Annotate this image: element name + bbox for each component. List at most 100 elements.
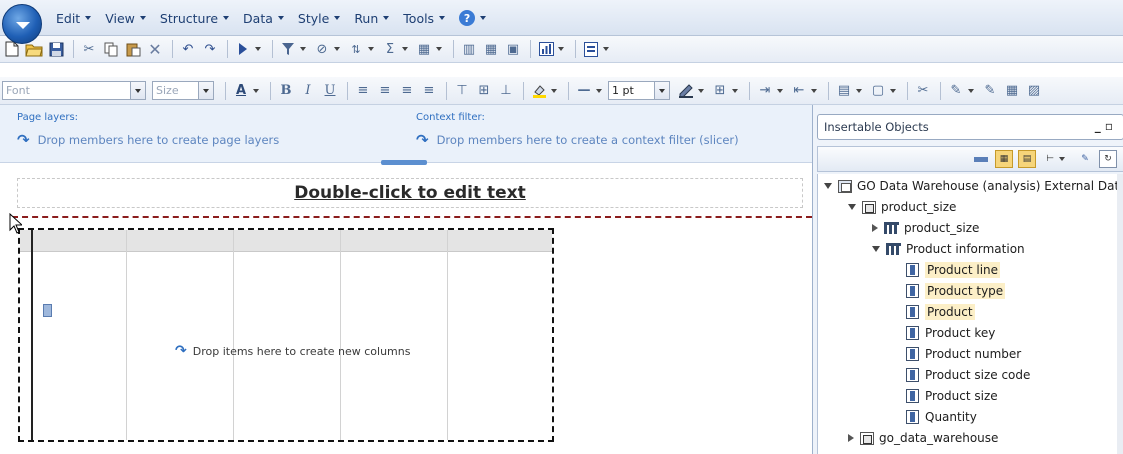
chevron-down-icon[interactable]: [968, 88, 974, 93]
chevron-down-icon[interactable]: [732, 88, 738, 93]
menu-style[interactable]: Style: [298, 11, 341, 26]
menu-data[interactable]: Data: [243, 11, 284, 26]
indent-icon[interactable]: ⇥: [755, 81, 775, 101]
justify-icon[interactable]: ≡: [419, 81, 439, 101]
tree-item-data-item[interactable]: Product number: [906, 344, 1021, 364]
grid-icon[interactable]: ▦: [481, 39, 501, 59]
menu-help[interactable]: ?: [459, 10, 487, 26]
collapse-icon[interactable]: [972, 150, 990, 168]
summarize-icon[interactable]: Σ: [380, 39, 400, 59]
valign-top-icon[interactable]: ⊤: [452, 81, 472, 101]
save-icon[interactable]: [46, 39, 66, 59]
chevron-down-icon[interactable]: [334, 47, 340, 51]
chevron-down-icon[interactable]: [402, 47, 408, 51]
align-right-icon[interactable]: ≡: [397, 81, 417, 101]
tree-item-namespace[interactable]: product_size: [848, 197, 956, 217]
edit-member-icon[interactable]: ✎: [1076, 150, 1094, 168]
background-color-icon[interactable]: [529, 81, 549, 101]
cut-icon[interactable]: ✂: [79, 39, 99, 59]
layout-icon[interactable]: ▥: [459, 39, 479, 59]
outdent-icon[interactable]: ⇤: [789, 81, 809, 101]
properties-icon[interactable]: ▦: [1002, 81, 1022, 101]
columns-drop-zone[interactable]: ↷ Drop items here to create new columns: [175, 343, 410, 359]
suppress-icon[interactable]: ⊘: [312, 39, 332, 59]
font-family-select[interactable]: Font: [2, 81, 146, 100]
menu-edit[interactable]: Edit: [56, 11, 92, 26]
align-center-icon[interactable]: ≡: [375, 81, 395, 101]
expand-toggle-icon[interactable]: [872, 246, 880, 252]
tree-item-namespace[interactable]: go_data_warehouse: [848, 428, 998, 448]
underline-icon[interactable]: U: [320, 81, 340, 101]
collapse-toggle-icon[interactable]: [872, 224, 878, 232]
bar-chart-icon[interactable]: [536, 39, 556, 59]
paste-icon[interactable]: [123, 39, 143, 59]
chevron-down-icon[interactable]: [255, 47, 261, 51]
menu-view[interactable]: View: [105, 11, 146, 26]
text-object-icon[interactable]: [581, 39, 601, 59]
bold-icon[interactable]: B: [276, 81, 296, 101]
chevron-down-icon[interactable]: [253, 88, 259, 93]
tree-item-data-item[interactable]: Product size: [906, 386, 998, 406]
chevron-down-icon[interactable]: [551, 88, 557, 93]
chevron-down-icon[interactable]: [698, 88, 704, 93]
tree-item-data-item[interactable]: Product size code: [906, 365, 1030, 385]
delete-icon[interactable]: ✕: [145, 39, 165, 59]
border-color-icon[interactable]: [676, 81, 696, 101]
font-size-select[interactable]: Size: [152, 81, 214, 100]
context-filter-drop-zone[interactable]: ↷ Drop members here to create a context …: [416, 131, 739, 149]
menu-tools[interactable]: Tools: [403, 11, 446, 26]
chevron-down-icon[interactable]: [890, 88, 896, 93]
chevron-down-icon[interactable]: [1059, 157, 1065, 161]
chevron-down-icon[interactable]: [811, 88, 817, 93]
chevron-down-icon[interactable]: [436, 47, 442, 51]
collapse-toggle-icon[interactable]: [848, 434, 854, 442]
report-title-block[interactable]: Double-click to edit text: [17, 178, 803, 208]
tree-item-query-subject[interactable]: Product information: [872, 239, 1025, 259]
break-icon[interactable]: ✂: [913, 81, 933, 101]
copy-icon[interactable]: [101, 39, 121, 59]
align-left-icon[interactable]: ≡: [353, 81, 373, 101]
insert-chart-icon[interactable]: ▦: [414, 39, 434, 59]
class-icon[interactable]: ✎: [980, 81, 1000, 101]
chevron-down-icon[interactable]: [300, 47, 306, 51]
chevron-down-icon[interactable]: [596, 88, 602, 93]
tree-item-data-item[interactable]: Product: [906, 302, 975, 322]
refresh-icon[interactable]: ↻: [1099, 150, 1117, 168]
expand-toggle-icon[interactable]: [848, 204, 856, 210]
page-layers-drop-zone[interactable]: ↷ Drop members here to create page layer…: [17, 131, 279, 149]
sort-icon[interactable]: ⇅: [346, 39, 366, 59]
expand-toggle-icon[interactable]: [824, 183, 832, 189]
crosstab-object[interactable]: ↷ Drop items here to create new columns: [18, 228, 554, 442]
chevron-down-icon[interactable]: [856, 88, 862, 93]
valign-middle-icon[interactable]: ⊞: [474, 81, 494, 101]
conditional-style-icon[interactable]: ✎: [946, 81, 966, 101]
tree-item-data-item[interactable]: Quantity: [906, 407, 977, 427]
toolbox-tab-icon[interactable]: ⊢: [1041, 150, 1059, 168]
valign-bottom-icon[interactable]: ⊥: [496, 81, 516, 101]
tree-scrollbar[interactable]: [1117, 174, 1123, 454]
tree-item-data-item[interactable]: Product line: [906, 260, 1001, 280]
chevron-down-icon[interactable]: [603, 47, 609, 51]
undo-icon[interactable]: ↶: [178, 39, 198, 59]
source-tab-icon[interactable]: ▦: [995, 150, 1013, 168]
menu-run[interactable]: Run: [354, 11, 390, 26]
filter-icon[interactable]: [278, 39, 298, 59]
data-items-tab-icon[interactable]: ▤: [1018, 150, 1036, 168]
menu-structure[interactable]: Structure: [160, 11, 230, 26]
chevron-down-icon[interactable]: [368, 47, 374, 51]
italic-icon[interactable]: I: [298, 81, 318, 101]
tree-item-data-item[interactable]: Product key: [906, 323, 995, 343]
data-format-icon[interactable]: ▤: [834, 81, 854, 101]
panel-minimize-icon[interactable]: _ ▫: [1095, 119, 1113, 133]
border-line-icon[interactable]: —: [574, 81, 594, 101]
tree-item-query-subject[interactable]: product_size: [872, 218, 979, 238]
run-icon[interactable]: [233, 39, 253, 59]
font-color-icon[interactable]: A: [231, 81, 251, 101]
tree-item-package[interactable]: GO Data Warehouse (analysis) External Da…: [824, 176, 1123, 196]
application-menu-button[interactable]: [2, 4, 42, 44]
borders-icon[interactable]: ⊞: [710, 81, 730, 101]
report-title[interactable]: Double-click to edit text: [294, 183, 526, 203]
style-icon[interactable]: ▢: [868, 81, 888, 101]
chevron-down-icon[interactable]: [777, 88, 783, 93]
chevron-down-icon[interactable]: [558, 47, 564, 51]
